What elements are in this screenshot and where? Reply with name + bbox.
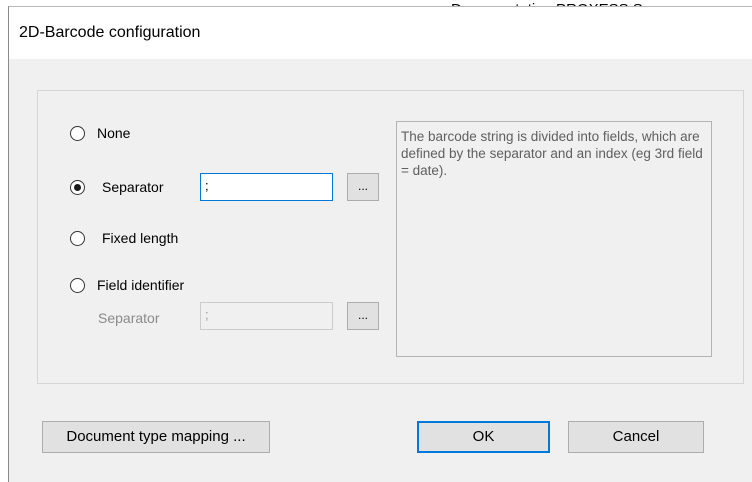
radio-separator-row[interactable]: Separator [70, 179, 163, 195]
field-identifier-separator-label: Separator [98, 310, 160, 326]
cancel-button[interactable]: Cancel [568, 421, 704, 453]
radio-field-identifier-label: Field identifier [97, 277, 185, 293]
field-identifier-browse-button[interactable]: ... [347, 302, 379, 330]
radio-separator-label: Separator [102, 179, 164, 195]
barcode-config-dialog: 2D-Barcode configuration None Separator … [8, 6, 752, 482]
radio-fixed-length[interactable] [70, 230, 85, 246]
separator-browse-button[interactable]: ... [347, 173, 379, 201]
dialog-title: 2D-Barcode configuration [19, 24, 201, 41]
ok-button[interactable]: OK [417, 421, 550, 453]
radio-none-label: None [97, 125, 131, 141]
title-bar: 2D-Barcode configuration [9, 7, 752, 59]
radio-none[interactable] [70, 125, 85, 141]
radio-field-identifier-row[interactable]: Field identifier [70, 277, 184, 293]
radio-none-row[interactable]: None [70, 125, 130, 141]
radio-field-identifier[interactable] [70, 277, 85, 293]
radio-fixed-length-label: Fixed length [102, 230, 179, 246]
document-type-mapping-button[interactable]: Document type mapping ... [42, 421, 270, 453]
info-description: The barcode string is divided into field… [396, 121, 712, 357]
radio-fixed-length-row[interactable]: Fixed length [70, 230, 178, 246]
field-identifier-separator-input[interactable]: ; [200, 302, 333, 330]
radio-separator[interactable] [70, 179, 85, 195]
separator-input[interactable]: ; [200, 173, 333, 201]
